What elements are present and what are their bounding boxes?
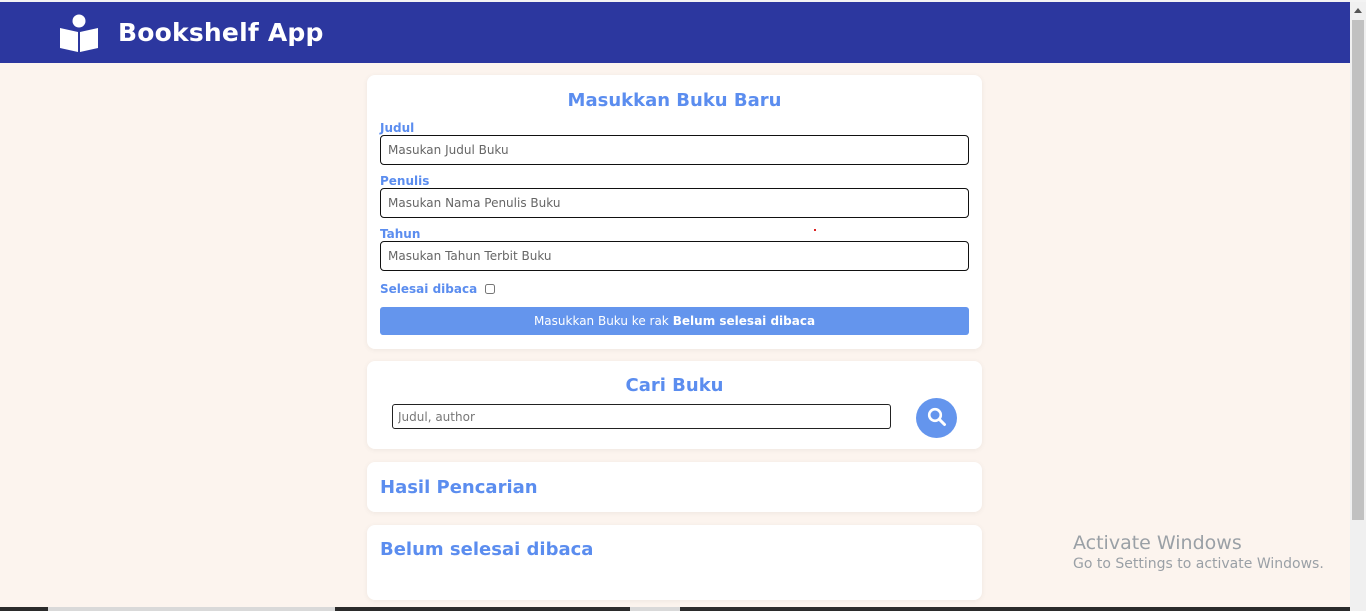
submit-button-shelf: Belum selesai dibaca [672,314,816,328]
vertical-scrollbar[interactable] [1350,2,1366,611]
search-section-title: Cari Buku [625,375,724,396]
year-label: Tahun [380,227,421,241]
activate-windows-watermark: Activate Windows Go to Settings to activ… [1073,532,1324,572]
year-input[interactable] [380,241,969,271]
input-section-title: Masukkan Buku Baru [567,90,782,111]
search-icon [927,407,947,430]
stray-dot [814,229,816,231]
watermark-line-2: Go to Settings to activate Windows. [1073,556,1324,572]
is-complete-label: Selesai dibaca [380,282,478,296]
reader-book-icon [58,13,100,53]
input-book-section: Masukkan Buku Baru Judul Penulis Tahun S… [367,75,982,349]
scroll-up-arrow-icon[interactable] [1354,8,1362,13]
scrollbar-thumb[interactable] [1352,20,1364,520]
title-label: Judul [380,121,415,135]
search-results-title: Hasil Pencarian [380,477,538,498]
title-input[interactable] [380,135,969,165]
search-results-section: Hasil Pencarian [367,462,982,512]
author-label: Penulis [380,174,430,188]
submit-book-button[interactable]: Masukkan Buku ke rak Belum selesai dibac… [380,307,969,335]
search-section: Cari Buku [367,361,982,449]
watermark-line-1: Activate Windows [1073,532,1242,554]
is-complete-row: Selesai dibaca [380,282,496,296]
search-submit-button[interactable] [916,398,957,438]
submit-button-prefix: Masukkan Buku ke rak [533,314,669,328]
taskbar-segment [48,607,335,611]
app-title: Bookshelf App [118,18,324,47]
app-header: Bookshelf App [0,2,1350,63]
taskbar-segment [630,607,680,611]
author-input[interactable] [380,188,969,218]
search-input[interactable] [392,404,891,429]
is-complete-checkbox[interactable] [485,284,496,294]
unread-shelf-section: Belum selesai dibaca [367,525,982,600]
unread-shelf-title: Belum selesai dibaca [380,539,594,560]
